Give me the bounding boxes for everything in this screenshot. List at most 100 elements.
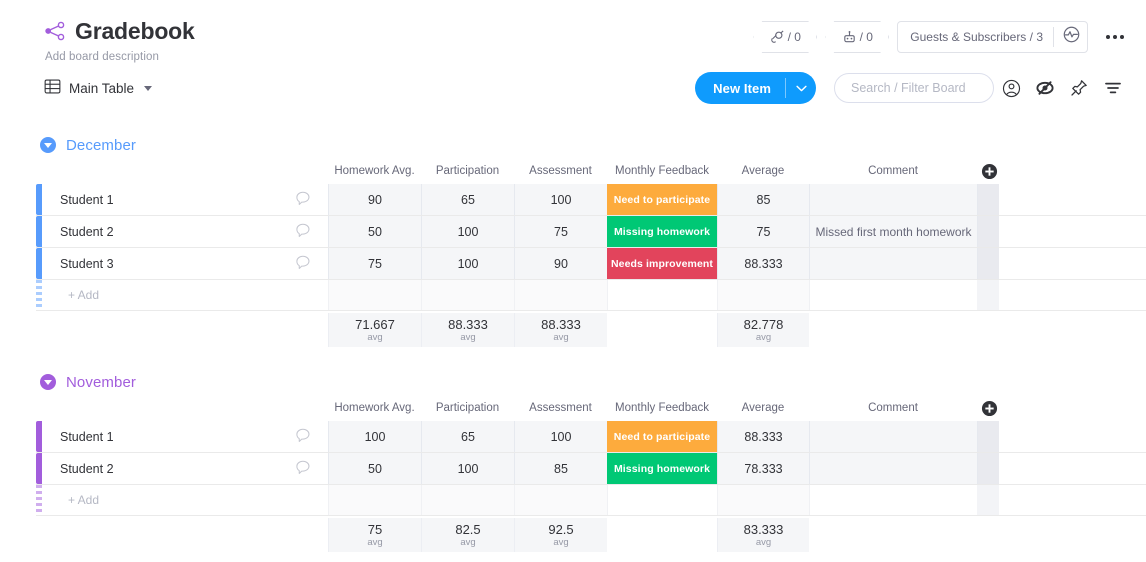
column-header[interactable]: Monthly Feedback (607, 395, 717, 421)
hide-columns-button[interactable] (1028, 72, 1062, 104)
column-header[interactable]: Participation (421, 395, 514, 421)
summary-value: 92.5 (548, 521, 574, 537)
cell-homework-avg[interactable]: 50 (328, 453, 421, 484)
summary-assessment[interactable]: 88.333 avg (514, 313, 607, 347)
updates-counter-button[interactable]: / 0 (753, 21, 818, 53)
summary-participation[interactable]: 82.5 avg (421, 518, 514, 552)
summary-comment (809, 313, 977, 347)
column-header[interactable]: Assessment (514, 158, 607, 184)
cell-average[interactable]: 88.333 (717, 421, 809, 452)
summary-homework-avg[interactable]: 75 avg (328, 518, 421, 552)
group-title[interactable]: December (66, 137, 136, 154)
cell-comment[interactable] (809, 184, 977, 215)
row-item-name[interactable]: Student 2 (46, 453, 328, 484)
add-item-label[interactable]: + Add (46, 485, 328, 515)
filter-button[interactable] (1096, 72, 1130, 104)
guests-subscribers-box[interactable]: Guests & Subscribers / 3 (897, 21, 1088, 53)
table-row[interactable]: Student 1 90 65 100 Need to participate 85 (36, 184, 1146, 216)
column-header[interactable]: Participation (421, 158, 514, 184)
search-input[interactable] (849, 80, 979, 96)
summary-value: 71.667 (355, 316, 395, 332)
row-item-name[interactable]: Student 3 (46, 248, 328, 279)
summary-average[interactable]: 82.778 avg (717, 313, 809, 347)
cell-comment[interactable] (809, 453, 977, 484)
summary-homework-avg[interactable]: 71.667 avg (328, 313, 421, 347)
more-options-button[interactable] (1100, 22, 1130, 52)
cell-average[interactable]: 78.333 (717, 453, 809, 484)
table-row[interactable]: Student 2 50 100 85 Missing homework 78.333 (36, 453, 1146, 485)
group-title[interactable]: November (66, 374, 136, 391)
table-row[interactable]: Student 1 100 65 100 Need to participate 88.3… (36, 421, 1146, 453)
column-header[interactable]: Assessment (514, 395, 607, 421)
table-row[interactable]: Student 2 50 100 75 Missing homework 75 Missed… (36, 216, 1146, 248)
summary-unit: avg (755, 331, 772, 343)
column-header[interactable]: Homework Avg. (328, 395, 421, 421)
cell-average[interactable]: 75 (717, 216, 809, 247)
new-item-button[interactable]: New Item (695, 72, 816, 104)
group-collapse-toggle[interactable] (40, 137, 56, 153)
row-item-name[interactable]: Student 2 (46, 216, 328, 247)
cell-assessment[interactable]: 85 (514, 453, 607, 484)
cell-comment[interactable] (809, 248, 977, 279)
status-badge[interactable]: Needs improvement (607, 248, 717, 279)
cell-participation[interactable]: 100 (421, 248, 514, 279)
add-column-button[interactable] (977, 163, 1001, 180)
person-filter-button[interactable] (994, 72, 1028, 104)
cell-assessment[interactable]: 90 (514, 248, 607, 279)
column-header[interactable]: Homework Avg. (328, 158, 421, 184)
cell-participation[interactable]: 100 (421, 216, 514, 247)
cell-participation[interactable]: 65 (421, 184, 514, 215)
board-group: December Homework Avg. Participation Assess… (36, 132, 1146, 347)
search-filter-box[interactable] (834, 73, 994, 103)
summary-value: 83.333 (743, 521, 784, 537)
row-item-name[interactable]: Student 1 (46, 421, 328, 452)
add-row-blank (328, 280, 421, 310)
page-title[interactable]: Gradebook (75, 18, 195, 44)
automations-counter-button[interactable]: / 0 (825, 21, 890, 53)
summary-unit: avg (755, 536, 772, 548)
chat-icon[interactable] (295, 254, 312, 274)
column-header[interactable]: Average (717, 395, 809, 421)
view-tab-main-table[interactable]: Main Table (44, 78, 153, 98)
cell-average[interactable]: 88.333 (717, 248, 809, 279)
row-item-name[interactable]: Student 1 (46, 184, 328, 215)
cell-average[interactable]: 85 (717, 184, 809, 215)
chat-icon[interactable] (295, 427, 312, 447)
new-item-dropdown-icon[interactable] (786, 85, 816, 92)
cell-homework-avg[interactable]: 75 (328, 248, 421, 279)
cell-assessment[interactable]: 100 (514, 421, 607, 452)
cell-participation[interactable]: 100 (421, 453, 514, 484)
add-item-row[interactable]: + Add (36, 280, 1146, 311)
cell-comment[interactable]: Missed first month homework (809, 216, 977, 247)
group-collapse-toggle[interactable] (40, 374, 56, 390)
status-badge[interactable]: Need to participate (607, 184, 717, 215)
cell-comment[interactable] (809, 421, 977, 452)
add-item-row[interactable]: + Add (36, 485, 1146, 516)
summary-average[interactable]: 83.333 avg (717, 518, 809, 552)
add-item-label[interactable]: + Add (46, 280, 328, 310)
column-header[interactable]: Comment (809, 395, 977, 421)
status-badge[interactable]: Missing homework (607, 453, 717, 484)
summary-assessment[interactable]: 92.5 avg (514, 518, 607, 552)
column-header[interactable]: Monthly Feedback (607, 158, 717, 184)
cell-assessment[interactable]: 100 (514, 184, 607, 215)
status-badge[interactable]: Missing homework (607, 216, 717, 247)
pin-button[interactable] (1062, 72, 1096, 104)
share-icon[interactable] (44, 21, 66, 41)
column-header[interactable]: Average (717, 158, 809, 184)
add-column-button[interactable] (977, 400, 1001, 417)
table-row[interactable]: Student 3 75 100 90 Needs improvement 88.333 (36, 248, 1146, 280)
status-badge[interactable]: Need to participate (607, 421, 717, 452)
chat-icon[interactable] (295, 459, 312, 479)
chat-icon[interactable] (295, 190, 312, 210)
cell-homework-avg[interactable]: 90 (328, 184, 421, 215)
chevron-down-icon[interactable] (144, 85, 153, 91)
activity-log-icon[interactable] (1062, 25, 1081, 49)
column-header[interactable]: Comment (809, 158, 977, 184)
summary-participation[interactable]: 88.333 avg (421, 313, 514, 347)
cell-participation[interactable]: 65 (421, 421, 514, 452)
cell-homework-avg[interactable]: 50 (328, 216, 421, 247)
chat-icon[interactable] (295, 222, 312, 242)
cell-assessment[interactable]: 75 (514, 216, 607, 247)
cell-homework-avg[interactable]: 100 (328, 421, 421, 452)
